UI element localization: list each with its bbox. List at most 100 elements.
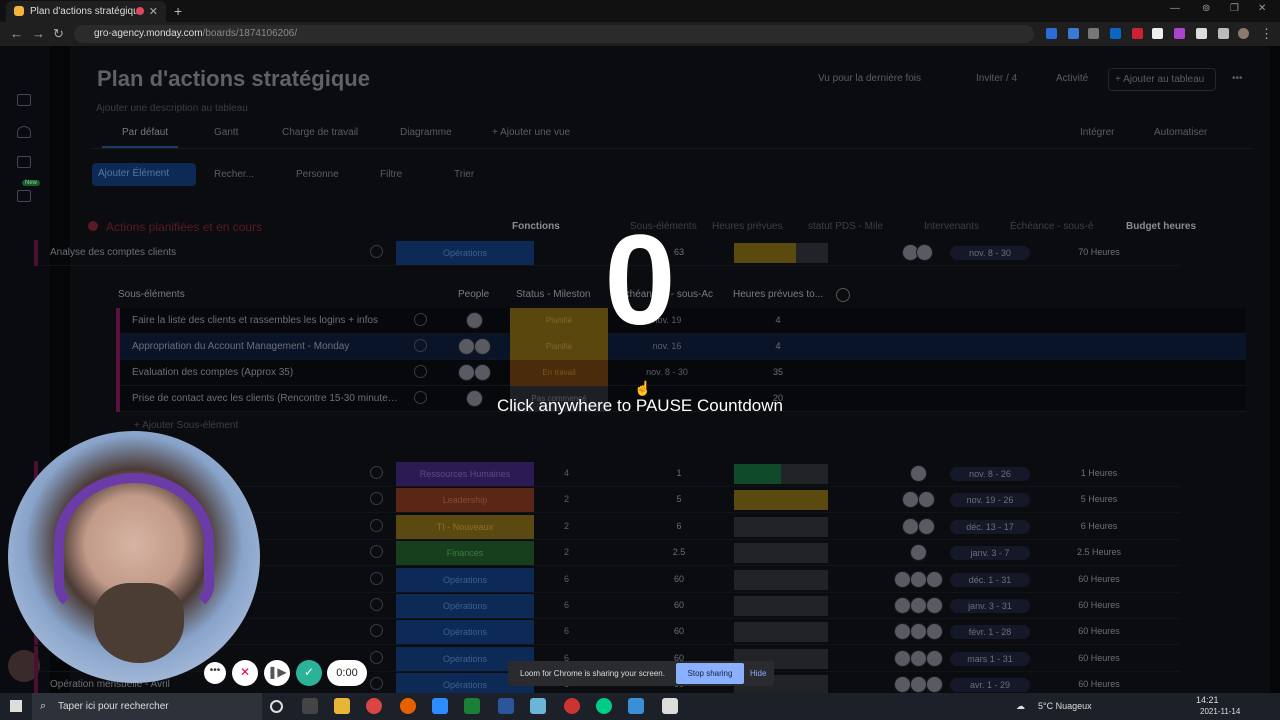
subitems-count[interactable]: 2: [564, 494, 569, 504]
budget-hours[interactable]: 60 Heures: [1044, 574, 1154, 584]
subitem-name[interactable]: Prise de contact avec les clients (Renco…: [132, 393, 402, 404]
app-icon[interactable]: [530, 698, 546, 714]
deadline-pill[interactable]: déc. 13 - 17: [950, 519, 1030, 534]
address-bar[interactable]: gro-agency.monday.com/boards/1874106206/: [74, 25, 1034, 43]
reload-icon[interactable]: ↻: [53, 26, 64, 42]
photos-icon[interactable]: [628, 698, 644, 714]
budget-hours[interactable]: 60 Heures: [1044, 600, 1154, 610]
extension-icon[interactable]: [1152, 28, 1163, 39]
avatar[interactable]: [918, 517, 935, 535]
new-tab-button[interactable]: +: [174, 3, 182, 19]
file-explorer-icon[interactable]: [334, 698, 350, 714]
finish-recording-icon[interactable]: ✓: [296, 660, 322, 686]
clock-date[interactable]: 2021-11-14: [1200, 707, 1240, 716]
status-pill[interactable]: En travail: [510, 360, 608, 386]
avatar[interactable]: [458, 338, 475, 355]
subitem-name[interactable]: Appropriation du Account Management - Mo…: [132, 341, 402, 352]
deadline-pill[interactable]: janv. 3 - 31: [950, 599, 1030, 613]
apps-icon[interactable]: [17, 94, 31, 106]
budget-hours[interactable]: 70 Heures: [1044, 247, 1154, 257]
window-close-button[interactable]: ✕: [1258, 3, 1266, 14]
group-collapse-icon[interactable]: [88, 221, 98, 231]
app-icon[interactable]: [564, 698, 580, 714]
planned-hours[interactable]: 5: [654, 494, 704, 504]
col-budget-hours[interactable]: Budget heures: [1126, 221, 1196, 232]
browser-tab[interactable]: Plan d'actions stratégique ✕: [6, 1, 166, 22]
sub-col-hours[interactable]: Heures prévues to...: [733, 289, 823, 300]
activity-button[interactable]: Activité: [1056, 73, 1088, 84]
budget-hours[interactable]: 60 Heures: [1044, 626, 1154, 636]
avatar[interactable]: [910, 676, 927, 693]
avatar[interactable]: [902, 491, 919, 509]
cortana-icon[interactable]: [270, 700, 283, 713]
subitems-count[interactable]: 2: [564, 547, 569, 557]
add-update-icon[interactable]: [370, 571, 383, 585]
subitems-count[interactable]: 6: [564, 626, 569, 636]
invite-button[interactable]: Inviter / 4: [976, 73, 1017, 84]
avatar[interactable]: [902, 517, 919, 535]
extension-icon[interactable]: [1132, 28, 1143, 39]
avatar[interactable]: [474, 364, 491, 381]
function-pill[interactable]: Ressources Humaines: [396, 462, 534, 486]
avatar[interactable]: [474, 338, 491, 355]
add-update-icon[interactable]: [414, 313, 427, 326]
my-work-icon[interactable]: [17, 190, 31, 202]
add-update-icon[interactable]: [370, 677, 383, 691]
add-element-button[interactable]: Ajouter Élément: [92, 163, 196, 186]
subitem-date[interactable]: nov. 8 - 30: [622, 367, 712, 377]
task-view-icon[interactable]: [302, 698, 318, 714]
search-button[interactable]: Recher...: [214, 169, 254, 180]
calculator-icon[interactable]: [464, 698, 480, 714]
subitems-count[interactable]: 4: [564, 468, 569, 478]
automate-button[interactable]: Automatiser: [1154, 127, 1207, 138]
weather-icon[interactable]: ☁: [1016, 701, 1025, 712]
minimize-button[interactable]: —: [1170, 3, 1180, 14]
more-options-icon[interactable]: •••: [1232, 73, 1243, 84]
add-update-icon[interactable]: [370, 598, 383, 611]
avatar[interactable]: [910, 597, 927, 614]
forward-icon[interactable]: →: [32, 26, 45, 41]
puzzle-icon[interactable]: [1196, 28, 1207, 39]
planned-hours[interactable]: 60: [654, 574, 704, 584]
avatar[interactable]: [910, 465, 927, 482]
avatar[interactable]: [910, 623, 927, 641]
deadline-pill[interactable]: nov. 19 - 26: [950, 493, 1030, 508]
avatar[interactable]: [926, 649, 943, 667]
app-icon[interactable]: [662, 698, 678, 714]
profile-avatar[interactable]: [1238, 28, 1249, 39]
budget-hours[interactable]: 1 Heures: [1044, 468, 1154, 478]
function-pill[interactable]: Opérations: [396, 241, 534, 265]
avatar[interactable]: [916, 244, 933, 261]
deadline-pill[interactable]: nov. 8 - 26: [950, 467, 1030, 481]
sidepanel-icon[interactable]: [1218, 28, 1229, 39]
zoom-icon[interactable]: [432, 698, 448, 714]
avatar[interactable]: [926, 623, 943, 641]
taskbar-search[interactable]: Taper ici pour rechercher: [32, 693, 262, 720]
budget-hours[interactable]: 60 Heures: [1044, 679, 1154, 689]
avatar[interactable]: [894, 649, 911, 667]
extension-icon[interactable]: [1174, 28, 1185, 39]
add-update-icon[interactable]: [370, 650, 383, 664]
avatar[interactable]: [894, 676, 911, 693]
add-column-icon[interactable]: [836, 288, 850, 302]
avatar[interactable]: [458, 364, 475, 381]
webcam-bubble[interactable]: [8, 431, 260, 683]
subitem-hours[interactable]: 4: [726, 315, 830, 325]
col-intervenants[interactable]: Intervenants: [924, 221, 979, 232]
add-update-icon[interactable]: [370, 545, 383, 559]
last-seen[interactable]: Vu pour la dernière fois: [818, 73, 921, 84]
col-pds-status[interactable]: statut PDS - Mile: [808, 221, 883, 232]
avatar[interactable]: [894, 623, 911, 641]
avatar[interactable]: [918, 491, 935, 509]
sort-button[interactable]: Trier: [454, 169, 474, 180]
subitems-count[interactable]: 6: [564, 600, 569, 610]
col-functions[interactable]: Fonctions: [512, 221, 560, 232]
function-pill[interactable]: Opérations: [396, 567, 534, 592]
function-pill[interactable]: Finances: [396, 541, 534, 566]
add-subitem-button[interactable]: + Ajouter Sous-élément: [134, 420, 238, 431]
extension-icon[interactable]: [1068, 28, 1079, 39]
firefox-icon[interactable]: [400, 698, 416, 714]
avatar[interactable]: [466, 312, 483, 329]
tab-close-icon[interactable]: ✕: [149, 5, 158, 18]
countdown-number[interactable]: 0: [560, 206, 720, 356]
